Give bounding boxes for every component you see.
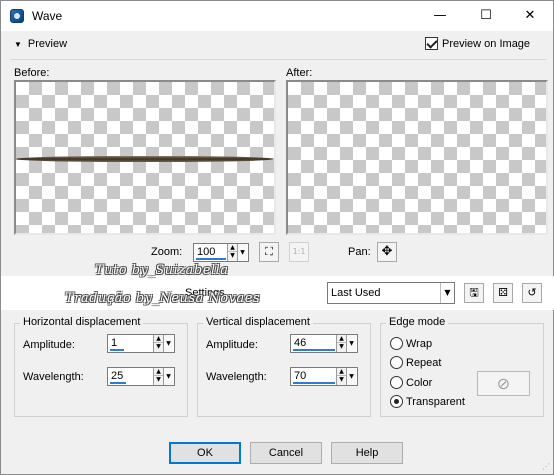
h-wavelength-input[interactable]: 25 ▲ ▼ ▼ xyxy=(107,367,175,386)
window-title: Wave xyxy=(32,9,63,23)
wave-dialog: Wave — ☐ ✕ ▼ Preview Preview on Image Bef… xyxy=(0,0,554,475)
edge-mode-wrap-radio[interactable]: Wrap xyxy=(390,337,432,350)
collapse-arrow-icon: ▼ xyxy=(14,40,22,49)
zoom-label: Zoom: xyxy=(151,246,183,258)
h-amplitude-spinner[interactable]: ▲ ▼ xyxy=(153,335,163,352)
v-amplitude-label: Amplitude: xyxy=(206,339,258,351)
spin-down-icon[interactable]: ▼ xyxy=(154,376,163,384)
resize-grip-icon[interactable]: ⋰ xyxy=(542,462,550,471)
h-amplitude-label: Amplitude: xyxy=(23,339,75,351)
randomize-dice-icon[interactable]: ⚄ xyxy=(493,283,513,303)
preset-value: Last Used xyxy=(331,287,381,299)
edge-mode-title: Edge mode xyxy=(386,316,449,328)
separator xyxy=(10,59,546,60)
spin-up-icon[interactable]: ▲ xyxy=(154,335,163,343)
save-preset-icon[interactable]: 🖫 xyxy=(464,283,484,303)
close-button[interactable]: ✕ xyxy=(507,1,553,31)
zoom-dropdown-icon[interactable]: ▼ xyxy=(237,244,247,261)
radio-circle[interactable] xyxy=(390,395,403,408)
focus-underline xyxy=(110,349,124,351)
vertical-group-title: Vertical displacement xyxy=(203,316,313,328)
focus-underline xyxy=(293,382,335,384)
h-wavelength-value: 25 xyxy=(111,370,124,382)
wave-app-icon xyxy=(10,9,24,23)
preview-on-image-checkbox[interactable]: Preview on Image xyxy=(425,37,530,50)
zoom-input[interactable]: 100 ▲ ▼ ▼ xyxy=(193,243,249,262)
zoom-actual-size-icon[interactable]: 1:1 xyxy=(289,242,309,262)
v-amplitude-input[interactable]: 46 ▲ ▼ ▼ xyxy=(290,334,358,353)
h-amplitude-dropdown-icon[interactable]: ▼ xyxy=(163,335,173,352)
edge-mode-color-radio[interactable]: Color xyxy=(390,376,432,389)
zoom-value: 100 xyxy=(197,246,216,258)
preset-select[interactable]: Last Used ▼ xyxy=(327,282,455,304)
transparent-label: Transparent xyxy=(406,395,465,408)
spin-down-icon[interactable]: ▼ xyxy=(337,343,346,351)
wrap-label: Wrap xyxy=(406,337,433,350)
maximize-button[interactable]: ☐ xyxy=(463,1,509,31)
zoom-spinner[interactable]: ▲ ▼ xyxy=(227,244,237,261)
h-amplitude-input[interactable]: 1 ▲ ▼ ▼ xyxy=(107,334,175,353)
preview-toggle-label: Preview xyxy=(27,38,68,50)
before-preview-pane[interactable] xyxy=(14,80,276,235)
spin-up-icon[interactable]: ▲ xyxy=(337,368,346,376)
h-wavelength-label: Wavelength: xyxy=(23,371,84,383)
v-amplitude-spinner[interactable]: ▲ ▼ xyxy=(336,335,346,352)
radio-circle[interactable] xyxy=(390,376,403,389)
color-label: Color xyxy=(406,376,433,389)
focus-underline xyxy=(110,382,126,384)
spin-down-icon[interactable]: ▼ xyxy=(228,252,237,260)
help-button[interactable]: Help xyxy=(331,442,403,464)
v-wavelength-value: 70 xyxy=(294,370,307,382)
h-wavelength-dropdown-icon[interactable]: ▼ xyxy=(163,368,173,385)
spin-down-icon[interactable]: ▼ xyxy=(154,343,163,351)
repeat-label: Repeat xyxy=(406,356,442,369)
before-image-stroke xyxy=(16,156,274,162)
spin-up-icon[interactable]: ▲ xyxy=(154,368,163,376)
edge-mode-repeat-radio[interactable]: Repeat xyxy=(390,356,441,369)
ok-button[interactable]: OK xyxy=(169,442,241,464)
preview-on-image-label: Preview on Image xyxy=(442,37,531,50)
after-preview-pane[interactable] xyxy=(286,80,548,235)
spin-up-icon[interactable]: ▲ xyxy=(337,335,346,343)
v-amplitude-value: 46 xyxy=(294,337,307,349)
radio-circle[interactable] xyxy=(390,356,403,369)
horizontal-group-title: Horizontal displacement xyxy=(20,316,144,328)
chevron-down-icon[interactable]: ▼ xyxy=(440,283,454,303)
pan-label: Pan: xyxy=(348,246,371,258)
h-wavelength-spinner[interactable]: ▲ ▼ xyxy=(153,368,163,385)
cancel-button[interactable]: Cancel xyxy=(250,442,322,464)
preview-toggle[interactable]: ▼ Preview xyxy=(14,38,67,50)
v-wavelength-dropdown-icon[interactable]: ▼ xyxy=(346,368,356,385)
reset-icon[interactable]: ↺ xyxy=(522,283,542,303)
v-wavelength-input[interactable]: 70 ▲ ▼ ▼ xyxy=(290,367,358,386)
checkbox-box[interactable] xyxy=(425,37,438,50)
v-amplitude-dropdown-icon[interactable]: ▼ xyxy=(346,335,356,352)
minimize-button[interactable]: — xyxy=(417,1,463,31)
no-color-icon[interactable]: ⊘ xyxy=(477,371,530,396)
focus-underline xyxy=(293,349,335,351)
before-label: Before: xyxy=(14,67,50,79)
watermark-line-1: Tuto by_Suizabella xyxy=(95,263,229,278)
pan-crosshair-icon[interactable]: ✥ xyxy=(377,242,397,262)
after-label: After: xyxy=(286,67,313,79)
zoom-fit-icon[interactable]: ⛶ xyxy=(259,242,279,262)
watermark-line-2: Tradução by_Neusa Novaes xyxy=(65,291,261,306)
v-wavelength-spinner[interactable]: ▲ ▼ xyxy=(336,368,346,385)
radio-circle[interactable] xyxy=(390,337,403,350)
v-wavelength-label: Wavelength: xyxy=(206,371,267,383)
focus-underline xyxy=(196,258,226,260)
spin-down-icon[interactable]: ▼ xyxy=(337,376,346,384)
title-bar[interactable]: Wave — ☐ ✕ xyxy=(1,1,553,31)
h-amplitude-value: 1 xyxy=(111,337,118,349)
spin-up-icon[interactable]: ▲ xyxy=(228,244,237,252)
edge-mode-transparent-radio[interactable]: Transparent xyxy=(390,395,465,408)
